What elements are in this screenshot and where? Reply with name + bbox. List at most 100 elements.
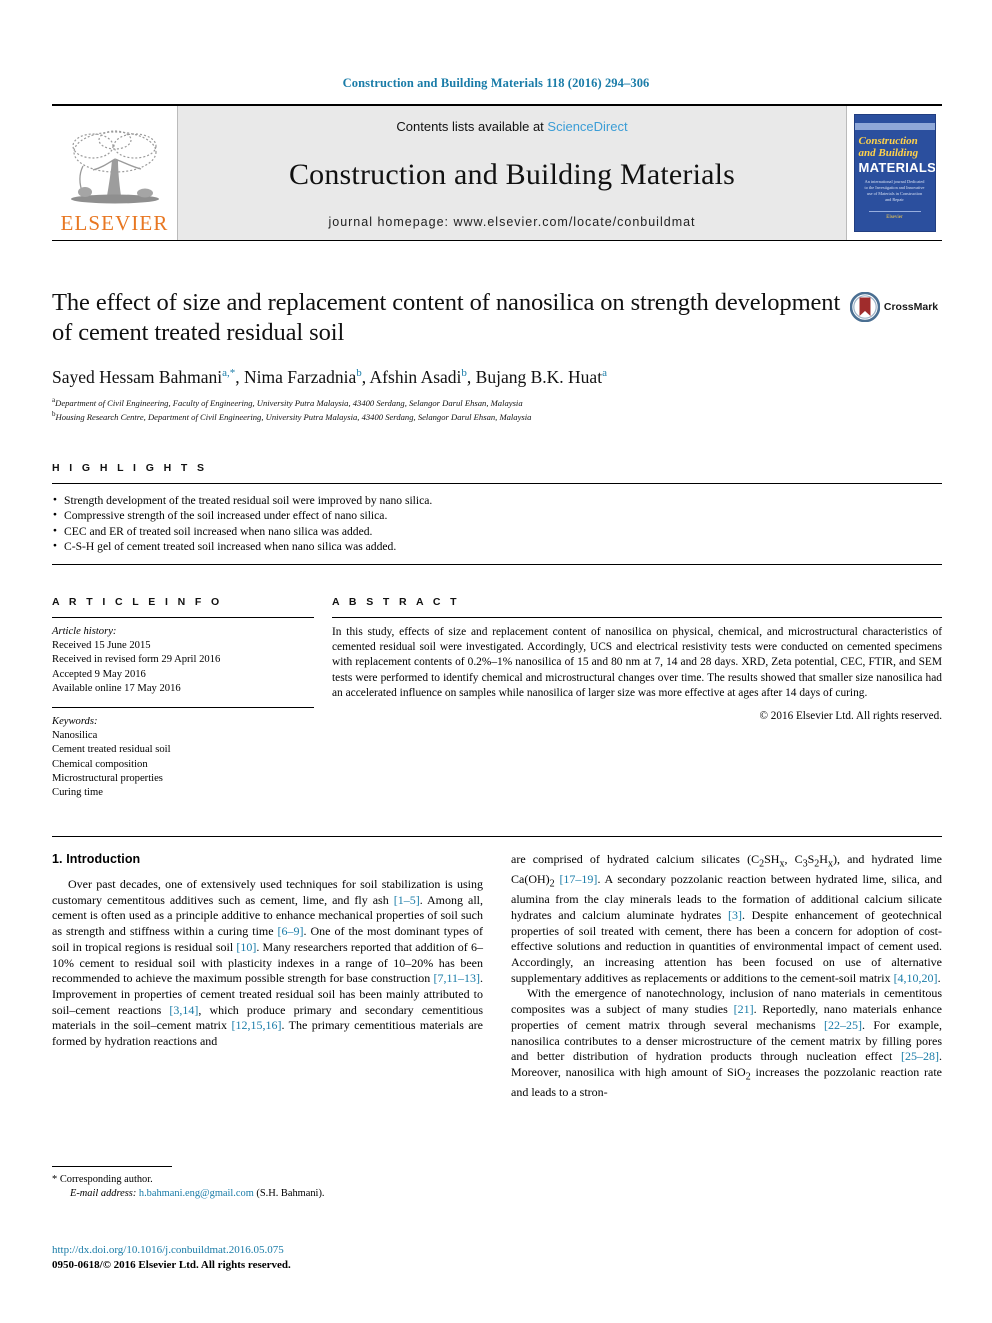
article-history-label: Article history: xyxy=(52,626,117,637)
citation-ref[interactable]: [3] xyxy=(728,908,742,922)
abstract-section: A B S T R A C T In this study, effects o… xyxy=(314,596,942,800)
running-head: Construction and Building Materials 118 … xyxy=(342,76,650,90)
body-column-left: 1. Introduction Over past decades, one o… xyxy=(52,852,483,1101)
article-history-item: Received 15 June 2015 xyxy=(52,640,151,652)
paragraph: With the emergence of nanotechnology, in… xyxy=(511,986,942,1100)
abstract-heading: A B S T R A C T xyxy=(332,596,460,608)
sciencedirect-link[interactable]: ScienceDirect xyxy=(547,119,627,134)
paper-page: Construction and Building Materials 118 … xyxy=(0,0,992,1323)
keyword-item: Nanosilica xyxy=(52,730,98,742)
section-title-introduction: 1. Introduction xyxy=(52,852,141,866)
citation-ref[interactable]: [4,10,20] xyxy=(894,971,938,985)
citation-ref[interactable]: [10] xyxy=(236,940,256,954)
highlights-section: H I G H L I G H T S Strength development… xyxy=(52,462,942,565)
masthead-center: Contents lists available at ScienceDirec… xyxy=(178,106,846,240)
cover-publisher: Elsevier xyxy=(886,215,903,220)
corresponding-mark: * xyxy=(52,1174,58,1185)
contents-list-line: Contents lists available at ScienceDirec… xyxy=(396,119,627,134)
affiliation-text: Housing Research Centre, Department of C… xyxy=(55,412,532,423)
keyword-item: Cement treated residual soil xyxy=(52,744,171,756)
citation-ref[interactable]: [17–19] xyxy=(559,872,597,886)
citation-ref[interactable]: [21] xyxy=(734,1002,754,1016)
email-owner: (S.H. Bahmani). xyxy=(256,1188,325,1199)
highlight-item: Compressive strength of the soil increas… xyxy=(52,507,942,523)
keywords-label: Keywords: xyxy=(52,716,98,728)
affiliation-list: aDepartment of Civil Engineering, Facult… xyxy=(52,395,842,424)
article-title: The effect of size and replacement conte… xyxy=(52,289,841,346)
article-info-heading: A R T I C L E I N F O xyxy=(52,596,223,608)
journal-title: Construction and Building Materials xyxy=(288,157,736,191)
author-list: Sayed Hessam Bahmania,*, Nima Farzadniab… xyxy=(52,366,607,387)
subscript: 2 xyxy=(814,858,820,870)
highlight-item: CEC and ER of treated soil increased whe… xyxy=(52,523,942,539)
crossmark-row: CrossMark xyxy=(849,292,939,322)
highlights-rule-bottom xyxy=(52,563,942,565)
citation-ref[interactable]: [7,11–13] xyxy=(433,971,480,985)
keyword-item: Chemical composition xyxy=(52,758,148,770)
highlights-heading: H I G H L I G H T S xyxy=(52,462,208,474)
cover-title-line2: and Building xyxy=(858,147,919,159)
corresponding-author-line: * Corresponding author. xyxy=(52,1173,483,1187)
abstract-text: In this study, effects of size and repla… xyxy=(332,626,942,699)
body-columns: 1. Introduction Over past decades, one o… xyxy=(52,852,942,1101)
keyword-item: Curing time xyxy=(52,787,103,799)
citation-ref[interactable]: [25–28] xyxy=(901,1049,939,1063)
author-name: Afshin Asadi xyxy=(369,366,462,387)
subscript: 2 xyxy=(549,878,555,890)
journal-cover-thumbnail: Construction and Building MATERIALS An i… xyxy=(853,114,936,232)
affiliation-item: aDepartment of Civil Engineering, Facult… xyxy=(52,395,842,409)
article-info-section: A R T I C L E I N F O Article history: R… xyxy=(52,596,314,800)
article-history-item: Accepted 9 May 2016 xyxy=(52,668,146,680)
cover-subtitle: An international journal Dedicated to th… xyxy=(864,179,925,202)
citation-ref[interactable]: [12,15,16] xyxy=(231,1018,281,1032)
email-line: E-mail address: h.bahmani.eng@gmail.com … xyxy=(52,1187,483,1201)
paragraph: Over past decades, one of extensively us… xyxy=(52,877,483,1050)
info-abstract-row: A R T I C L E I N F O Article history: R… xyxy=(52,596,942,800)
author-affil-mark: a,* xyxy=(222,367,236,379)
author-name: Bujang B.K. Huat xyxy=(475,366,603,387)
paragraph: are comprised of hydrated calcium silica… xyxy=(511,852,943,985)
doi-link[interactable]: http://dx.doi.org/10.1016/j.conbuildmat.… xyxy=(52,1243,552,1258)
citation-ref[interactable]: [6–9] xyxy=(278,924,304,938)
citation-ref[interactable]: [3,14] xyxy=(169,1003,198,1017)
issn-copyright-line: 0950-0618/© 2016 Elsevier Ltd. All right… xyxy=(52,1259,291,1271)
author-name: Nima Farzadnia xyxy=(244,366,357,387)
subscript: 2 xyxy=(759,858,765,870)
keywords-rule xyxy=(52,707,314,709)
body-column-right: are comprised of hydrated calcium silica… xyxy=(511,852,942,1101)
citation-ref[interactable]: [22–25] xyxy=(824,1018,862,1032)
elsevier-logo: ELSEVIER xyxy=(52,106,178,240)
body-top-rule xyxy=(52,836,942,837)
highlights-list: Strength development of the treated resi… xyxy=(52,484,942,564)
cover-divider xyxy=(868,211,921,212)
cover-title-line3: MATERIALS xyxy=(858,160,936,175)
affiliation-item: bHousing Research Centre, Department of … xyxy=(52,409,842,423)
crossmark-icon xyxy=(849,292,880,322)
abstract-copyright: © 2016 Elsevier Ltd. All rights reserved… xyxy=(759,710,943,723)
subscript: x xyxy=(827,858,833,870)
email-label: E-mail address: xyxy=(70,1188,137,1199)
corresponding-author-footnote: * Corresponding author. E-mail address: … xyxy=(52,1166,483,1201)
crossmark-badge[interactable]: CrossMark xyxy=(842,292,946,322)
contents-prefix: Contents lists available at xyxy=(396,119,548,134)
affiliation-text: Department of Civil Engineering, Faculty… xyxy=(55,397,523,408)
author-affil-mark: b xyxy=(356,367,362,379)
author-affil-mark: a xyxy=(602,367,607,379)
elsevier-wordmark: ELSEVIER xyxy=(60,211,169,235)
corresponding-text: Corresponding author. xyxy=(59,1174,153,1185)
citation-ref[interactable]: [1–5] xyxy=(394,893,420,907)
footnote-rule xyxy=(52,1166,172,1167)
email-link[interactable]: h.bahmani.eng@gmail.com xyxy=(139,1188,254,1199)
author-name: Sayed Hessam Bahmani xyxy=(52,366,223,387)
journal-homepage-link[interactable]: journal homepage: www.elsevier.com/locat… xyxy=(328,215,695,229)
subscript: x xyxy=(779,858,785,870)
journal-masthead: ELSEVIER Contents lists available at Sci… xyxy=(52,104,942,241)
article-history-item: Available online 17 May 2016 xyxy=(52,682,181,694)
crossmark-label: CrossMark xyxy=(883,301,939,313)
keyword-item: Microstructural properties xyxy=(52,772,163,784)
journal-cover-cell: Construction and Building MATERIALS An i… xyxy=(846,106,942,240)
cover-title-line1: Construction xyxy=(858,135,918,147)
article-info-body: Article history: Received 15 June 2015 R… xyxy=(52,618,314,800)
elsevier-tree-icon xyxy=(70,130,159,204)
title-block: The effect of size and replacement conte… xyxy=(52,288,842,424)
